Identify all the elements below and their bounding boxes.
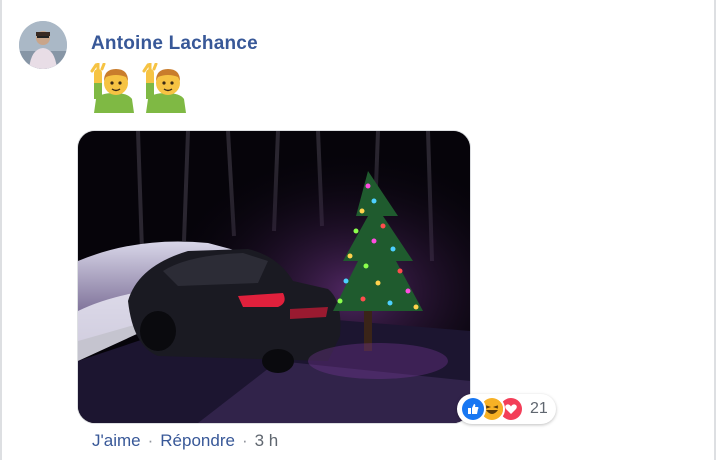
comment-photo[interactable] (77, 130, 471, 424)
like-reaction-icon (460, 396, 486, 422)
comment-actions: J'aime · Répondre · 3 h (92, 431, 278, 451)
raising-hand-man-emoji (142, 63, 186, 113)
reaction-count: 21 (530, 400, 548, 417)
reactions-summary[interactable]: 21 (457, 394, 556, 424)
author-avatar[interactable] (19, 21, 67, 69)
comment-emoji-text (90, 63, 190, 113)
reply-link[interactable]: Répondre (160, 431, 235, 451)
comment-author-name[interactable]: Antoine Lachance (91, 33, 258, 55)
separator-dot: · (147, 431, 154, 450)
like-link[interactable]: J'aime (92, 431, 141, 451)
raising-hand-man-emoji (90, 63, 134, 113)
separator-dot: · (241, 431, 248, 450)
comment-timestamp[interactable]: 3 h (255, 431, 279, 451)
feed-border-left (0, 0, 2, 460)
